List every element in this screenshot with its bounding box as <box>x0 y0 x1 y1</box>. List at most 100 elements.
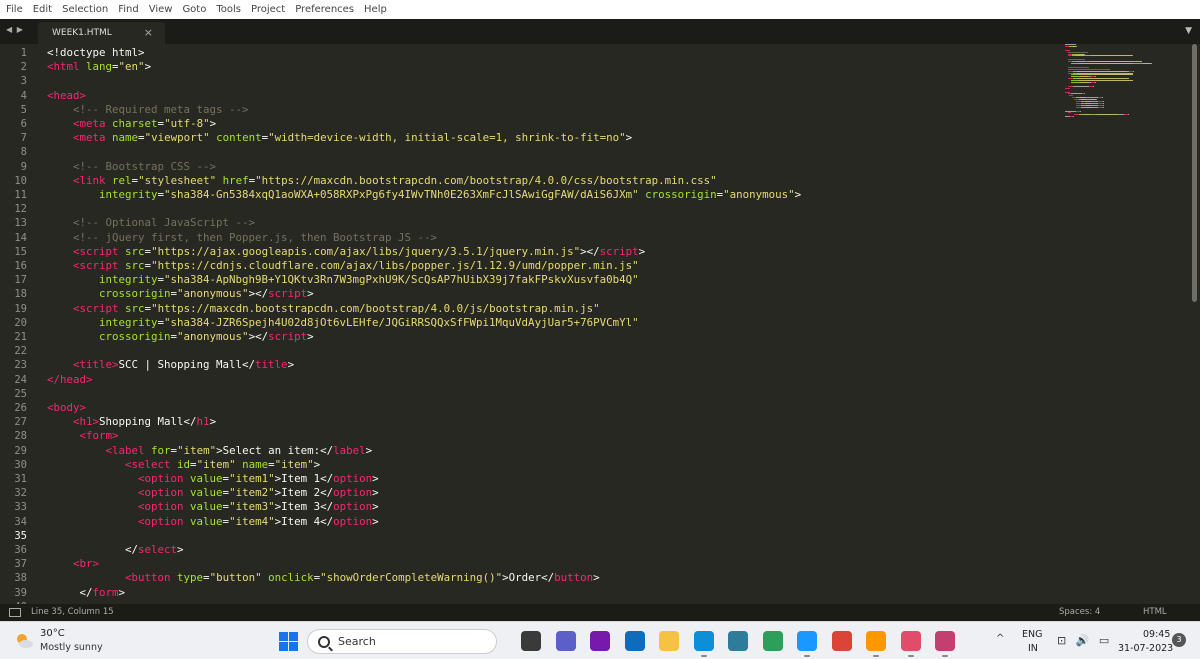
clock-time[interactable]: 09:45 <box>1143 629 1170 640</box>
code-line[interactable]: <script src="https://maxcdn.bootstrapcdn… <box>47 302 600 316</box>
code-token: >Select an item:</ <box>216 443 334 457</box>
code-line[interactable]: <link rel="stylesheet" href="https://max… <box>47 174 717 188</box>
code-line[interactable]: <option value="item3">Item 3</option> <box>47 500 379 514</box>
code-area[interactable]: <!doctype html> <html lang="en"> <head> <!… <box>47 44 1057 604</box>
menu-item-project[interactable]: Project <box>251 4 285 15</box>
code-line[interactable]: <!-- jQuery first, then Popper.js, then … <box>47 231 437 245</box>
vpn-icon[interactable] <box>762 631 783 651</box>
code-token: > <box>638 244 646 258</box>
language-indicator[interactable]: ENG <box>1022 629 1042 640</box>
file-manager-icon[interactable] <box>521 631 541 651</box>
code-line[interactable]: crossorigin="anonymous"></script> <box>47 330 314 344</box>
code-token: "sha384-JZR6Spejh4U02d8jOt6vLEHfe/JQGiRR… <box>164 315 639 329</box>
code-line[interactable]: <option value="item4">Item 4</option> <box>47 515 379 529</box>
weather-temperature[interactable]: 30°C <box>40 628 65 639</box>
snipping-icon[interactable] <box>935 631 955 651</box>
code-line[interactable]: </select> <box>47 543 184 557</box>
code-line[interactable]: <!-- Required meta tags --> <box>47 103 249 117</box>
code-line[interactable]: <option value="item1">Item 1</option> <box>47 472 379 486</box>
tab-label: WEEK1.HTML <box>52 28 112 38</box>
code-line[interactable]: </head> <box>47 373 93 387</box>
menu-item-tools[interactable]: Tools <box>216 4 241 15</box>
code-line[interactable]: <label for="item">Select an item:</label… <box>47 443 373 458</box>
menu-item-goto[interactable]: Goto <box>182 4 206 15</box>
code-line[interactable]: <form> <box>47 429 119 443</box>
code-line[interactable]: <select id="item" name="item"> <box>47 458 320 472</box>
code-line[interactable]: <!doctype html> <box>47 46 145 60</box>
tab-week1-html[interactable]: WEEK1.HTML × <box>38 22 165 44</box>
line-number: 32 <box>14 487 27 500</box>
minimap-line <box>1128 114 1129 116</box>
close-icon[interactable]: × <box>144 26 153 39</box>
sun-cloud-icon[interactable] <box>14 631 34 651</box>
minimap-line <box>1071 76 1080 78</box>
chevron-up-icon[interactable]: ^ <box>996 633 1004 644</box>
language-region[interactable]: IN <box>1028 643 1038 654</box>
teams-icon[interactable] <box>555 631 576 651</box>
system-tray-icons[interactable]: ⊡ 🔊 ▭ <box>1057 634 1112 647</box>
code-line[interactable]: <!-- Bootstrap CSS --> <box>47 160 216 174</box>
code-line[interactable]: <title>SCC | Shopping Mall</title> <box>47 358 294 372</box>
windows-start-icon[interactable] <box>279 632 298 651</box>
code-line[interactable]: <h1>Shopping Mall</h1> <box>47 415 216 429</box>
vertical-scrollbar[interactable] <box>1190 44 1200 604</box>
weather-description[interactable]: Mostly sunny <box>40 642 103 653</box>
cursor-position[interactable]: Line 35, Column 15 <box>31 607 114 617</box>
paint-icon[interactable] <box>900 631 921 651</box>
code-line[interactable]: <head> <box>47 89 86 103</box>
code-line[interactable]: <script src="https://ajax.googleapis.com… <box>47 245 645 259</box>
code-line[interactable]: </form> <box>47 586 126 600</box>
chrome-icon[interactable] <box>831 631 852 651</box>
code-line[interactable]: <script src="https://cdnjs.cloudflare.co… <box>47 259 639 273</box>
clock-date[interactable]: 31-07-2023 <box>1118 643 1173 654</box>
code-line[interactable]: integrity="sha384-ApNbgh9B+Y1QKtv3Rn7W3m… <box>47 273 639 287</box>
code-line[interactable]: <meta name="viewport" content="width=dev… <box>47 131 632 145</box>
syntax-selector[interactable]: HTML <box>1143 607 1167 617</box>
code-line[interactable]: <option value="item2">Item 2</option> <box>47 486 379 500</box>
indentation-setting[interactable]: Spaces: 4 <box>1059 607 1100 617</box>
line-number: 36 <box>14 544 27 556</box>
minimap-line <box>1131 55 1133 57</box>
minimap-line <box>1095 82 1096 83</box>
menu-item-help[interactable]: Help <box>364 4 387 15</box>
code-line[interactable]: integrity="sha384-Gn5384xqQ1aoWXA+058RXP… <box>47 188 801 202</box>
minimap-line <box>1143 63 1152 64</box>
code-line[interactable]: <html lang="en"> <box>47 60 151 74</box>
code-editor[interactable]: 1 2 3 4 5 6 7 8 9 10 11 12 13 14 15 16 17 18 19 20 21 22 23 24 2… <box>0 44 1190 604</box>
sublime-icon[interactable] <box>866 631 886 651</box>
menu-item-preferences[interactable]: Preferences <box>295 4 354 15</box>
code-token: script <box>599 244 639 258</box>
code-icon[interactable] <box>728 631 748 651</box>
onenote-icon[interactable] <box>590 631 610 651</box>
code-token: script <box>268 330 308 343</box>
scrollbar-thumb[interactable] <box>1192 44 1197 302</box>
code-line[interactable]: <!-- Optional JavaScript --> <box>47 216 255 230</box>
menu-item-edit[interactable]: Edit <box>33 4 52 15</box>
notification-badge[interactable]: 3 <box>1172 633 1186 647</box>
menu-item-file[interactable]: File <box>6 4 23 15</box>
code-token: value <box>183 486 223 500</box>
code-line[interactable]: <br> <box>47 557 99 571</box>
taskbar-search[interactable]: Search <box>307 629 497 654</box>
menu-item-find[interactable]: Find <box>118 4 139 15</box>
code-token: Shopping Mall</ <box>99 415 197 429</box>
menu-item-view[interactable]: View <box>149 4 173 15</box>
prime-video-icon[interactable] <box>797 631 817 651</box>
mail-icon[interactable] <box>624 631 645 651</box>
code-token: > <box>313 457 321 471</box>
edge-icon[interactable] <box>693 631 714 651</box>
code-line[interactable]: <meta charset="utf-8"> <box>47 117 216 131</box>
minimap[interactable] <box>1065 44 1190 124</box>
code-line[interactable]: <body> <box>47 401 86 415</box>
menu-item-selection[interactable]: Selection <box>62 4 108 15</box>
folder-icon[interactable] <box>659 631 679 651</box>
running-indicator <box>942 655 948 657</box>
code-line[interactable]: <button type="button" onclick="showOrder… <box>47 571 600 585</box>
tab-nav-arrows-icon[interactable]: ◀ ▶ <box>6 25 24 34</box>
minimap-line <box>1068 51 1089 53</box>
code-line[interactable]: crossorigin="anonymous"></script> <box>47 287 314 301</box>
code-token: button <box>554 571 594 585</box>
chevron-down-icon[interactable]: ▼ <box>1185 26 1192 36</box>
code-line[interactable]: integrity="sha384-JZR6Spejh4U02d8jOt6vLE… <box>47 316 639 330</box>
panel-toggle-icon[interactable] <box>9 608 21 617</box>
